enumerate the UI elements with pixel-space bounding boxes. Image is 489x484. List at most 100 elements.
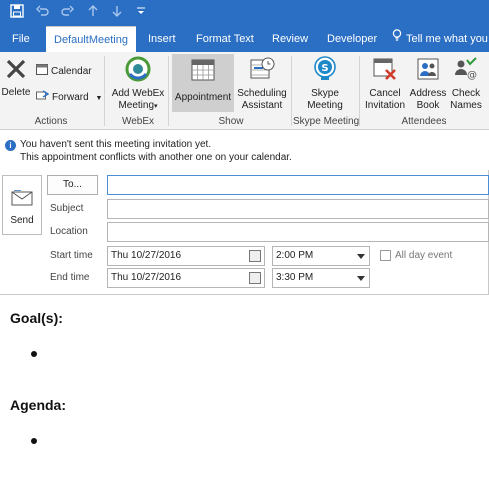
end-time-dropdown[interactable]: 3:30 PM (272, 268, 370, 288)
info-line-2: This appointment conflicts with another … (20, 152, 292, 163)
location-field[interactable] (107, 222, 489, 242)
message-body[interactable]: Goal(s): Agenda: (0, 294, 489, 484)
scheduling-label-2: Assistant (241, 100, 283, 111)
redo-icon[interactable] (58, 4, 76, 22)
skype-icon: S (297, 56, 353, 86)
ribbon-divider (104, 56, 105, 126)
subject-label: Subject (50, 203, 84, 214)
check-label-2: Names (450, 100, 482, 111)
info-line-1: You haven't sent this meeting invitation… (20, 139, 212, 150)
send-envelope-icon (3, 189, 41, 209)
lightbulb-icon (392, 26, 402, 52)
calendar-icon[interactable] (249, 272, 261, 284)
to-field[interactable] (107, 175, 489, 195)
arrow-up-icon[interactable] (84, 4, 102, 22)
add-webex-meeting-button[interactable]: Add WebEx Meeting▾ (108, 56, 168, 113)
start-time-value: 2:00 PM (276, 250, 314, 261)
ribbon-tab-row: File DefaultMeeting Insert Format Text R… (0, 26, 489, 52)
tell-me-search[interactable]: Tell me what you (392, 26, 488, 52)
forward-dropdown-icon[interactable]: ▼ (95, 95, 102, 102)
ribbon-divider (359, 56, 360, 126)
chevron-down-icon[interactable] (357, 254, 365, 259)
calendar-label: Calendar (51, 66, 92, 78)
start-time-label: Start time (50, 250, 93, 261)
group-show-label: Show (218, 116, 244, 127)
end-date-picker[interactable]: Thu 10/27/2016 (107, 268, 265, 288)
address-book-icon (408, 56, 448, 86)
start-date-value: Thu 10/27/2016 (111, 250, 182, 261)
arrow-down-icon[interactable] (108, 4, 126, 22)
check-label-1: Check (451, 88, 481, 99)
send-label: Send (10, 215, 34, 226)
calendar-small-icon (36, 63, 48, 80)
info-icon: i (5, 140, 16, 151)
save-icon[interactable] (8, 4, 26, 22)
group-skype-label: Skype Meeting (293, 116, 360, 127)
to-button[interactable]: To... (47, 175, 98, 195)
end-date-value: Thu 10/27/2016 (111, 272, 182, 283)
forward-icon (36, 89, 50, 106)
forward-button[interactable]: Forward ▼ (36, 89, 102, 106)
tab-insert[interactable]: Insert (148, 26, 176, 52)
cancel-label-2: Invitation (364, 100, 406, 111)
svg-text:S: S (321, 63, 328, 74)
appointment-label: Appointment (174, 92, 232, 103)
add-webex-label-2: Meeting (118, 100, 155, 111)
tab-file[interactable]: File (12, 26, 30, 52)
chevron-down-icon[interactable] (357, 276, 365, 281)
svg-text:@: @ (467, 70, 477, 81)
all-day-label: All day event (395, 250, 453, 261)
address-label-1: Address (409, 88, 447, 99)
end-time-value: 3:30 PM (276, 272, 314, 283)
tell-me-label: Tell me what you (406, 33, 488, 45)
tab-review[interactable]: Review (272, 26, 308, 52)
goals-bullet (31, 351, 37, 357)
delete-label: Delete (1, 87, 31, 98)
tab-default-meeting[interactable]: DefaultMeeting (46, 26, 136, 52)
title-bar (0, 0, 489, 26)
send-button[interactable]: Send (2, 175, 42, 235)
end-time-label: End time (50, 272, 90, 283)
check-names-button[interactable]: @ Check Names (448, 56, 484, 112)
location-label: Location (50, 226, 88, 237)
calendar-button[interactable]: Calendar (36, 63, 92, 80)
skype-meeting-button[interactable]: S Skype Meeting (297, 56, 353, 112)
appointment-calendar-icon (172, 58, 234, 86)
forward-label: Forward (52, 92, 89, 104)
start-date-picker[interactable]: Thu 10/27/2016 (107, 246, 265, 266)
webex-icon (108, 56, 168, 86)
tab-format-text[interactable]: Format Text (196, 26, 254, 52)
scheduling-assistant-icon (234, 56, 290, 86)
cancel-invitation-button[interactable]: Cancel Invitation (362, 56, 408, 112)
webex-dropdown-icon: ▾ (154, 103, 158, 110)
subject-field[interactable] (107, 199, 489, 219)
cancel-label-1: Cancel (369, 88, 401, 99)
customize-toolbar-icon[interactable] (132, 4, 150, 22)
skype-label-2: Meeting (307, 100, 343, 111)
address-book-button[interactable]: Address Book (408, 56, 448, 112)
all-day-checkbox[interactable] (380, 250, 391, 261)
address-label-2: Book (416, 100, 440, 111)
scheduling-assistant-button[interactable]: Scheduling Assistant (234, 56, 290, 112)
start-time-dropdown[interactable]: 2:00 PM (272, 246, 370, 266)
group-actions-label: Actions (34, 116, 68, 127)
delete-x-icon (1, 57, 31, 85)
ribbon: Delete Calendar Forward ▼ Actions Add We… (0, 52, 489, 130)
scheduling-label-1: Scheduling (237, 88, 287, 99)
goals-heading: Goal(s): (10, 310, 63, 326)
tab-developer[interactable]: Developer (327, 26, 377, 52)
calendar-icon[interactable] (249, 250, 261, 262)
delete-button[interactable]: Delete (1, 57, 31, 99)
add-webex-label-1: Add WebEx (111, 88, 165, 99)
check-names-icon: @ (448, 56, 484, 86)
undo-icon[interactable] (34, 4, 52, 22)
group-webex-label: WebEx (121, 116, 155, 127)
agenda-heading: Agenda: (10, 397, 66, 413)
ribbon-divider (291, 56, 292, 126)
group-attendees-label: Attendees (401, 116, 447, 127)
ribbon-divider (168, 56, 169, 126)
cancel-invitation-icon (362, 56, 408, 86)
skype-label-1: Skype (311, 88, 339, 99)
appointment-button[interactable]: Appointment (172, 54, 234, 112)
agenda-bullet (31, 438, 37, 444)
